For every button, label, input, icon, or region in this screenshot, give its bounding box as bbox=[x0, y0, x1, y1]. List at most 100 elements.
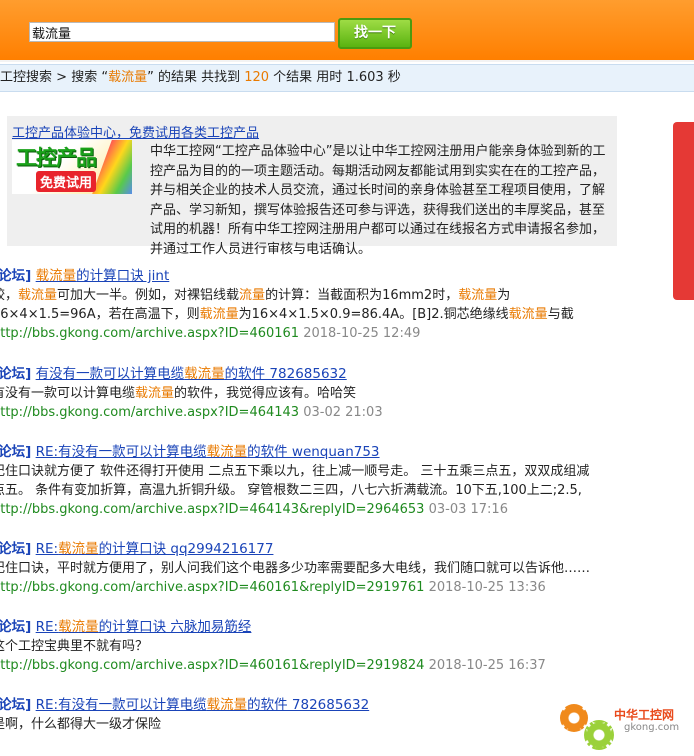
title-text: 的计算口诀 六脉加易筋经 bbox=[98, 619, 252, 635]
keyword-highlight: 载流量 bbox=[135, 386, 175, 401]
result-snippet-line: 有没有一款可以计算电缆载流量的软件，我觉得应该有。哈哈笑 bbox=[0, 384, 686, 403]
keyword-highlight: 载流量 bbox=[18, 288, 58, 303]
status-prefix: 搜索 “ bbox=[71, 70, 109, 85]
result-title-link[interactable]: 有没有一款可以计算电缆载流量的软件 782685632 bbox=[36, 366, 347, 382]
result-title: [论坛] RE:有没有一款可以计算电缆载流量的软件 wenquan753 bbox=[0, 442, 686, 462]
snippet-text: 的计算：当截面积为16mm2时， bbox=[265, 288, 459, 303]
result-title-link[interactable]: RE:有没有一款可以计算电缆载流量的软件 wenquan753 bbox=[36, 444, 380, 460]
snippet-text: 有没有一款可以计算电缆 bbox=[0, 386, 136, 401]
gear-icon bbox=[584, 720, 614, 750]
result-url[interactable]: http://bbs.gkong.com/archive.aspx?ID=460… bbox=[0, 326, 299, 341]
result-category-tag: [论坛] bbox=[0, 268, 32, 284]
result-meta: http://bbs.gkong.com/archive.aspx?ID=464… bbox=[0, 500, 686, 519]
breadcrumb-root-link[interactable]: 工控搜索 bbox=[0, 70, 52, 85]
result-snippet-line: 这个工控宝典里不就有吗？ bbox=[0, 637, 686, 656]
keyword-highlight: 载流量 bbox=[206, 444, 248, 460]
keyword-highlight: 载流量 bbox=[58, 619, 99, 635]
status-suffix: 个结果 用时 1.603 秒 bbox=[269, 70, 401, 85]
result-title-link[interactable]: RE:载流量的计算口诀 qq2994216177 bbox=[36, 541, 274, 557]
result-meta: http://bbs.gkong.com/archive.aspx?ID=464… bbox=[0, 403, 686, 422]
search-status-bar: 工控搜索 > 搜索 “载流量” 的结果 共找到 120 个结果 用时 1.603… bbox=[0, 64, 694, 92]
search-button[interactable]: 找一下 bbox=[338, 18, 412, 49]
promo-image-sub-text: 免费试用 bbox=[36, 171, 97, 192]
search-input[interactable] bbox=[29, 22, 335, 42]
promo-description: 中华工控网“工控产品体验中心”是以让中华工控网注册用户能亲身体验到新的工控产品为… bbox=[150, 144, 606, 257]
title-text: 的计算口诀 qq2994216177 bbox=[98, 541, 274, 557]
promo-title-link[interactable]: 工控产品体验中心，免费试用各类工控产品 bbox=[12, 122, 259, 141]
promo-image-stripe bbox=[92, 140, 132, 194]
result-meta: http://bbs.gkong.com/archive.aspx?ID=460… bbox=[0, 656, 686, 675]
result-category-tag: [论坛] bbox=[0, 619, 32, 635]
result-meta: http://bbs.gkong.com/archive.aspx?ID=460… bbox=[0, 324, 686, 343]
snippet-text: 记住口诀就方便了 软件还得打开使用 二点五下乘以九，往上减一顺号走。 三十五乘三… bbox=[0, 464, 590, 479]
result-snippet-line: 16×4×1.5=96A，若在高温下，则载流量为16×4×1.5×0.9=86.… bbox=[0, 305, 686, 324]
result-item: [论坛] RE:载流量的计算口诀 六脉加易筋经这个工控宝典里不就有吗？ http:… bbox=[0, 617, 686, 675]
watermark-domain: gkong.com bbox=[624, 722, 680, 733]
promo-image[interactable]: 工控产品 免费试用 bbox=[12, 140, 132, 194]
keyword-highlight: 载流量 bbox=[508, 307, 548, 322]
result-title-link[interactable]: RE:有没有一款可以计算电缆载流量的软件 782685632 bbox=[36, 697, 370, 713]
keyword-highlight: 载流量 bbox=[206, 697, 248, 713]
result-category-tag: [论坛] bbox=[0, 697, 32, 713]
result-date: 2018-10-25 16:37 bbox=[428, 658, 546, 673]
snippet-text: 较， bbox=[0, 288, 19, 303]
result-title-link[interactable]: RE:载流量的计算口诀 六脉加易筋经 bbox=[36, 619, 252, 635]
result-date: 2018-10-25 13:36 bbox=[428, 580, 546, 595]
title-text: RE: bbox=[35, 619, 59, 635]
snippet-text: 的软件，我觉得应该有。哈哈笑 bbox=[174, 386, 357, 401]
result-snippet-line: 点五。 条件有变加折算，高温九折铜升级。 穿管根数二三四，八七六折满载流。10下… bbox=[0, 481, 686, 500]
result-title: [论坛] RE:载流量的计算口诀 qq2994216177 bbox=[0, 539, 686, 559]
keyword-highlight: 载流量 bbox=[199, 307, 239, 322]
result-meta: http://bbs.gkong.com/archive.aspx?ID=460… bbox=[0, 578, 686, 597]
site-watermark: 中华工控网 gkong.com bbox=[558, 700, 694, 756]
result-title-link[interactable]: 载流量的计算口诀 jint bbox=[36, 268, 170, 284]
snippet-text: 为16×4×1.5×0.9=86.4A。[B]2.铜芯绝缘线 bbox=[238, 307, 509, 322]
keyword-highlight: 载流量 bbox=[58, 541, 99, 557]
breadcrumb-separator: > bbox=[52, 70, 72, 85]
title-text: RE: bbox=[35, 541, 59, 557]
snippet-text: 记住口诀，平时就方便用了，别人问我们这个电器多少功率需要配多大电线，我们随口就可… bbox=[0, 561, 591, 576]
status-mid: ” 的结果 共找到 bbox=[147, 70, 245, 85]
keyword-highlight: 载流量 bbox=[35, 268, 77, 284]
header-bar: 找一下 bbox=[0, 0, 694, 62]
result-url[interactable]: http://bbs.gkong.com/archive.aspx?ID=464… bbox=[0, 502, 424, 517]
snippet-text: 点五。 条件有变加折算，高温九折铜升级。 穿管根数二三四，八七六折满载流。10下… bbox=[0, 483, 582, 498]
snippet-text: 与截 bbox=[547, 307, 574, 322]
title-text: RE:有没有一款可以计算电缆 bbox=[35, 444, 207, 460]
keyword-highlight: 载流量 bbox=[458, 288, 498, 303]
snippet-text: 可加大一半。例如，对裸铝线载 bbox=[57, 288, 240, 303]
result-url[interactable]: http://bbs.gkong.com/archive.aspx?ID=460… bbox=[0, 658, 424, 673]
result-url[interactable]: http://bbs.gkong.com/archive.aspx?ID=464… bbox=[0, 405, 299, 420]
result-item: [论坛] 有没有一款可以计算电缆载流量的软件 782685632有没有一款可以计… bbox=[0, 364, 686, 422]
watermark-name: 中华工控网 bbox=[614, 708, 675, 722]
keyword-highlight: 载流量 bbox=[184, 366, 225, 382]
snippet-text: 是啊，什么都得大一级才保险 bbox=[0, 717, 162, 732]
result-item: [论坛] 载流量的计算口诀 jint较，载流量可加大一半。例如，对裸铝线载流量的… bbox=[0, 266, 686, 343]
result-category-tag: [论坛] bbox=[0, 444, 32, 460]
status-keyword: 载流量 bbox=[108, 70, 148, 85]
result-snippet-line: 较，载流量可加大一半。例如，对裸铝线载流量的计算：当截面积为16mm2时，载流量… bbox=[0, 286, 686, 305]
gear-icon bbox=[560, 704, 588, 732]
result-date: 03-02 21:03 bbox=[303, 405, 383, 420]
keyword-highlight: 流量 bbox=[239, 288, 266, 303]
title-text: 的软件 wenquan753 bbox=[247, 444, 380, 460]
title-text: 的计算口诀 jint bbox=[76, 268, 170, 284]
result-date: 2018-10-25 12:49 bbox=[303, 326, 421, 341]
title-text: 的软件 782685632 bbox=[224, 366, 347, 382]
result-category-tag: [论坛] bbox=[0, 541, 32, 557]
result-item: [论坛] RE:有没有一款可以计算电缆载流量的软件 wenquan753 记住口诀… bbox=[0, 442, 686, 519]
result-snippet-line: 记住口诀就方便了 软件还得打开使用 二点五下乘以九，往上减一顺号走。 三十五乘三… bbox=[0, 462, 686, 481]
result-title: [论坛] 载流量的计算口诀 jint bbox=[0, 266, 686, 286]
snippet-text: 这个工控宝典里不就有吗？ bbox=[0, 639, 149, 654]
result-item: [论坛] RE:载流量的计算口诀 qq2994216177 记住口诀，平时就方便用… bbox=[0, 539, 686, 597]
promo-image-main-text: 工控产品 bbox=[16, 146, 97, 170]
result-url[interactable]: http://bbs.gkong.com/archive.aspx?ID=460… bbox=[0, 580, 424, 595]
result-title: [论坛] RE:载流量的计算口诀 六脉加易筋经 bbox=[0, 617, 686, 637]
snippet-text: 16×4×1.5=96A，若在高温下，则 bbox=[0, 307, 200, 322]
result-category-tag: [论坛] bbox=[0, 366, 32, 382]
result-title: [论坛] 有没有一款可以计算电缆载流量的软件 782685632 bbox=[0, 364, 686, 384]
snippet-text: 为 bbox=[497, 288, 511, 303]
title-text: RE:有没有一款可以计算电缆 bbox=[35, 697, 207, 713]
title-text: 的软件 782685632 bbox=[247, 697, 370, 713]
title-text: 有没有一款可以计算电缆 bbox=[35, 366, 185, 382]
